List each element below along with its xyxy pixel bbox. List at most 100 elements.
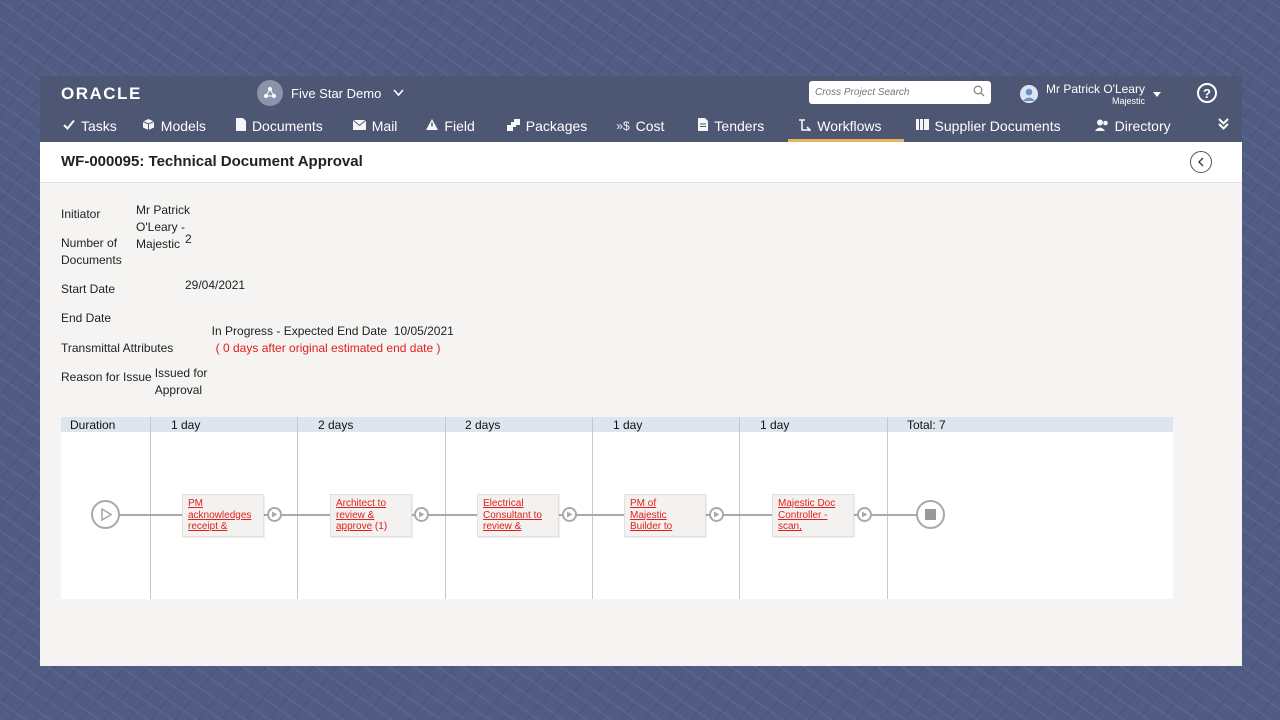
workflow-step[interactable]: PM acknowledges receipt & (182, 494, 264, 537)
play-icon (91, 500, 120, 529)
project-selector[interactable]: Five Star Demo (257, 80, 404, 106)
step-duration: 2 days (465, 418, 501, 432)
tab-label: Workflows (817, 118, 882, 134)
more-tabs-icon[interactable] (1218, 118, 1229, 133)
user-menu[interactable]: Mr Patrick O'Leary Majestic (1020, 80, 1161, 108)
help-icon[interactable]: ? (1197, 83, 1217, 103)
step-line: receipt & (188, 521, 228, 532)
step-column (887, 417, 888, 599)
workflow-step[interactable]: Electrical Consultant to review & (477, 494, 559, 537)
cube-icon (142, 118, 155, 134)
supplier-icon (915, 119, 929, 133)
step-duration: 1 day (171, 418, 201, 432)
reason-value: Issued for Approval (154, 366, 208, 397)
stop-icon (916, 500, 945, 529)
back-icon[interactable] (1190, 151, 1212, 173)
play-icon (414, 507, 429, 522)
tab-field[interactable]: Field (424, 110, 476, 142)
tab-label: Tenders (714, 118, 765, 134)
end-date-status: In Progress - Expected End Date 10/05/20… (211, 324, 454, 338)
step-column (739, 417, 740, 599)
step-line: Majestic Doc (778, 498, 836, 509)
play-icon (562, 507, 577, 522)
reason-label: Reason for Issue (61, 370, 152, 384)
start-date-value: 29/04/2021 (185, 278, 246, 292)
tab-tenders[interactable]: Tenders (696, 110, 766, 142)
mail-icon (352, 119, 367, 133)
cost-icon: »$ (616, 119, 630, 133)
step-link[interactable]: Majestic Doc Controller - scan, (778, 498, 835, 532)
search-icon[interactable] (973, 84, 985, 102)
step-link[interactable]: Electrical Consultant to review & (483, 498, 542, 532)
tab-label: Packages (525, 118, 588, 134)
step-link[interactable]: PM of Majestic Builder to (630, 498, 672, 532)
play-icon (267, 507, 282, 522)
num-documents-label-line2: Documents (61, 253, 122, 267)
tab-documents[interactable]: Documents (234, 110, 325, 142)
step-link[interactable]: PM acknowledges receipt & (188, 498, 251, 532)
search-input[interactable] (815, 87, 965, 98)
step-duration: 1 day (613, 418, 643, 432)
tab-tasks[interactable]: Tasks (61, 110, 119, 142)
workflow-step[interactable]: PM of Majestic Builder to (624, 494, 706, 537)
num-documents-label-line1: Number of (61, 236, 118, 250)
tenders-icon (698, 118, 709, 134)
tab-mail[interactable]: Mail (351, 110, 400, 142)
start-date-row: Start Date 29/04/2021 (61, 278, 245, 298)
num-documents-row: Number of Documents 2 (61, 232, 192, 269)
end-date-value: In Progress - Expected End Date 10/05/20… (185, 306, 454, 374)
step-line: PM (188, 498, 203, 509)
step-column (150, 417, 151, 599)
workflow-icon (798, 118, 812, 134)
step-line: Majestic (630, 509, 667, 521)
start-date-label: Start Date (61, 282, 116, 296)
step-column (297, 417, 298, 599)
transmittal-row: Transmittal Attributes (61, 340, 185, 357)
step-line: scan, (778, 521, 802, 532)
tab-label: Documents (251, 118, 323, 134)
project-name: Five Star Demo (291, 85, 382, 101)
top-bar: ORACLE Five Star Demo Mr Patrick O'Leary… (40, 76, 1242, 142)
step-duration: 2 days (318, 418, 354, 432)
step-column (445, 417, 446, 599)
tab-label: Field (444, 118, 475, 134)
step-document-count: (1) (374, 521, 388, 532)
check-icon (63, 119, 75, 133)
step-line: Builder to (630, 521, 673, 532)
step-line: Electrical (483, 498, 524, 509)
oracle-logo: ORACLE (61, 84, 142, 103)
step-line: review & (336, 509, 375, 521)
tab-label: Supplier Documents (934, 118, 1061, 134)
tab-label: Directory (1114, 118, 1171, 134)
step-column (592, 417, 593, 599)
reason-row: Reason for Issue Issued for Approval (61, 366, 232, 399)
cross-project-search[interactable] (809, 81, 991, 104)
page-header: WF-000095: Technical Document Approval (40, 142, 1242, 183)
workflow-step[interactable]: Majestic Doc Controller - scan, (772, 494, 854, 537)
end-date-note: ( 0 days after original estimated end da… (215, 341, 441, 355)
step-line: Consultant to (483, 509, 542, 521)
step-line: Architect to (336, 498, 387, 509)
caret-down-icon (1152, 89, 1161, 99)
tab-cost[interactable]: »$ Cost (614, 110, 666, 142)
num-documents-label: Number of Documents (61, 235, 185, 269)
step-line: acknowledges (188, 509, 252, 521)
workflow-step[interactable]: Architect to review & approve (1) (330, 494, 412, 537)
tab-workflows[interactable]: Workflows (788, 110, 904, 142)
workflow-diagram: Duration 1 day 2 days 2 days 1 day 1 day… (61, 417, 1173, 599)
user-name: Mr Patrick O'Leary (1046, 82, 1145, 96)
play-icon (857, 507, 872, 522)
step-line: PM of (630, 498, 657, 509)
chevron-down-icon (393, 86, 404, 100)
step-duration: 1 day (760, 418, 790, 432)
packages-icon (506, 118, 520, 134)
app-window: ORACLE Five Star Demo Mr Patrick O'Leary… (40, 76, 1242, 666)
document-icon (235, 118, 246, 134)
step-line: Controller - (778, 509, 828, 521)
tab-supplier-documents[interactable]: Supplier Documents (914, 110, 1063, 142)
tab-packages[interactable]: Packages (505, 110, 589, 142)
tab-directory[interactable]: Directory (1093, 110, 1173, 142)
tab-models[interactable]: Models (140, 110, 208, 142)
play-icon (709, 507, 724, 522)
tab-label: Models (160, 118, 206, 134)
